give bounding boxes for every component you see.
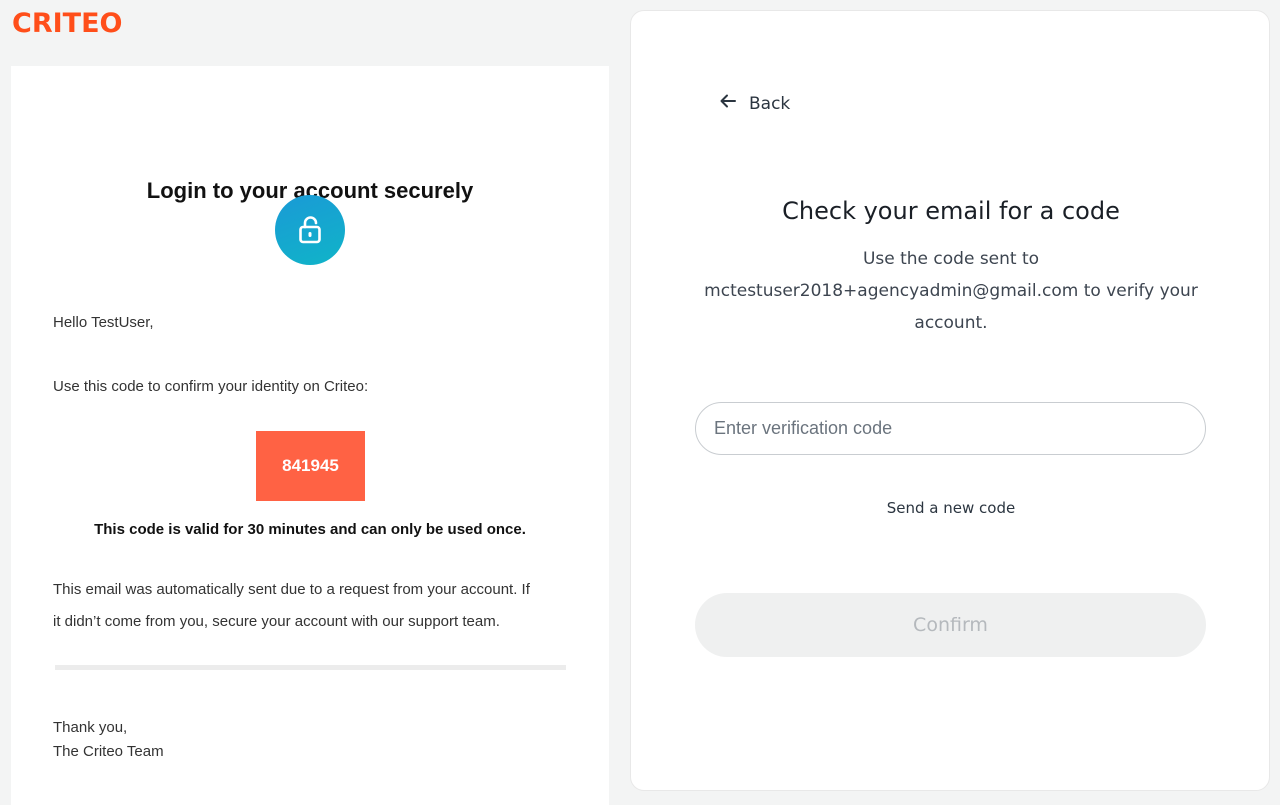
arrow-left-icon (719, 93, 737, 114)
confirm-button[interactable]: Confirm (695, 593, 1206, 657)
instructions: Use the code sent to mctestuser2018+agen… (691, 243, 1211, 339)
validity-text: This code is valid for 30 minutes and ca… (94, 521, 526, 538)
back-label: Back (749, 93, 791, 114)
instruction-text: Use this code to confirm your identity o… (53, 378, 369, 395)
lock-open-icon (275, 195, 345, 265)
criteo-logo: CRITEO (12, 8, 123, 39)
verification-code-input[interactable] (695, 402, 1206, 455)
page-title: Check your email for a code (782, 197, 1120, 225)
email-pane: CRITEO Login to your account securely He… (0, 0, 620, 805)
back-button[interactable]: Back (719, 93, 790, 114)
instructions-line3: account. (914, 313, 988, 333)
notice-text-line2: it didn’t come from you, secure your acc… (53, 613, 500, 630)
instructions-line1: Use the code sent to (862, 249, 1040, 269)
send-new-code-link[interactable]: Send a new code (631, 499, 1271, 517)
signoff-line1: Thank you, (53, 719, 128, 736)
verify-card: Back Check your email for a code Use the… (630, 10, 1270, 791)
instructions-line2: mctestuser2018+agencyadmin@gmail.com to … (704, 281, 1198, 301)
divider (55, 665, 566, 670)
verification-code: 841945 (256, 431, 365, 501)
notice-text-line1: This email was automatically sent due to… (53, 581, 530, 598)
signoff-line2: The Criteo Team (53, 743, 164, 760)
email-body: Login to your account securely Hello Tes… (11, 66, 609, 805)
greeting-text: Hello TestUser, (53, 314, 154, 331)
